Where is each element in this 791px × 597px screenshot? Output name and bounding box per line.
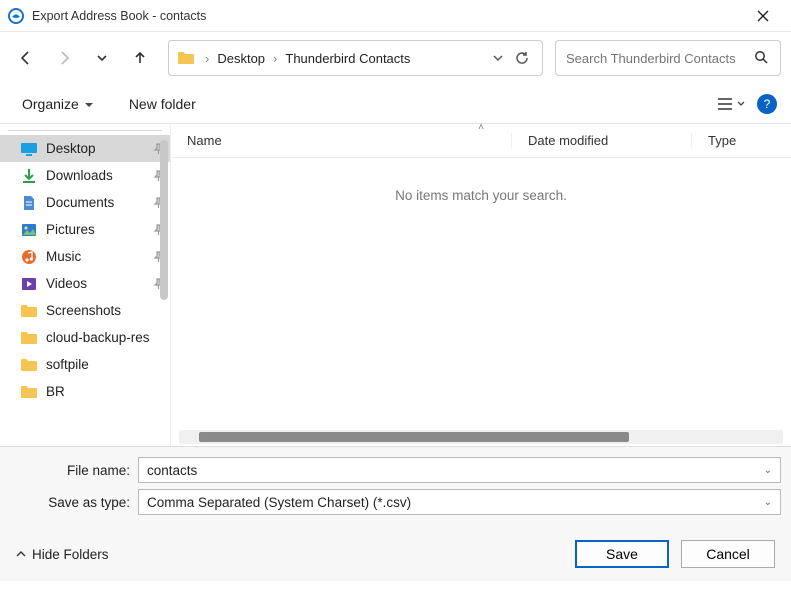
forward-button[interactable] [48, 42, 80, 74]
app-icon [8, 8, 24, 24]
horizontal-scrollbar[interactable] [179, 430, 783, 444]
sidebar-item-documents[interactable]: Documents [0, 189, 170, 216]
save-form: File name: contacts ⌄ Save as type: Comm… [0, 446, 791, 527]
breadcrumb-separator: › [269, 51, 281, 66]
sidebar-item-label: Downloads [46, 168, 148, 183]
sidebar-item-screenshots[interactable]: Screenshots [0, 297, 170, 324]
breadcrumb-separator: › [201, 51, 213, 66]
search-icon[interactable] [754, 50, 770, 66]
hide-folders-button[interactable]: Hide Folders [16, 547, 109, 562]
new-folder-button[interactable]: New folder [121, 92, 204, 116]
organize-menu[interactable]: Organize [14, 92, 101, 116]
back-button[interactable] [10, 42, 42, 74]
save-button[interactable]: Save [575, 540, 669, 568]
sort-indicator-icon: ˄ [478, 122, 484, 133]
address-dropdown[interactable] [486, 46, 510, 70]
close-button[interactable] [743, 0, 783, 31]
column-date[interactable]: Date modified [511, 133, 691, 148]
help-button[interactable]: ? [757, 94, 777, 114]
save-type-select[interactable]: Comma Separated (System Charset) (*.csv)… [138, 489, 781, 515]
sidebar-item-label: softpile [46, 357, 164, 372]
folder-icon [20, 384, 38, 400]
filename-label: File name: [10, 463, 138, 478]
file-list-area: ˄ Name Date modified Type No items match… [170, 124, 791, 446]
address-bar[interactable]: › Desktop › Thunderbird Contacts [168, 40, 543, 76]
sidebar-item-label: BR [46, 384, 164, 399]
music-icon [20, 249, 38, 265]
search-box[interactable] [555, 40, 781, 76]
sidebar-item-pictures[interactable]: Pictures [0, 216, 170, 243]
sidebar-divider [8, 130, 162, 131]
folder-icon [177, 51, 195, 65]
document-icon [20, 195, 38, 211]
recent-locations-button[interactable] [86, 42, 118, 74]
folder-icon [20, 330, 38, 346]
desktop-icon [20, 141, 38, 157]
search-input[interactable] [566, 51, 754, 66]
sidebar-item-desktop[interactable]: Desktop [0, 135, 170, 162]
folder-icon [20, 303, 38, 319]
save-type-value: Comma Separated (System Charset) (*.csv) [147, 495, 411, 510]
breadcrumb-desktop[interactable]: Desktop [213, 51, 269, 66]
toolbar: Organize New folder ? [0, 84, 791, 124]
sidebar-scrollbar[interactable] [160, 140, 168, 300]
folder-icon [20, 357, 38, 373]
pictures-icon [20, 222, 38, 238]
sidebar-item-br[interactable]: BR [0, 378, 170, 405]
sidebar-item-label: Music [46, 249, 148, 264]
column-headers: ˄ Name Date modified Type [171, 124, 791, 158]
cancel-button[interactable]: Cancel [681, 540, 775, 568]
breadcrumb-folder[interactable]: Thunderbird Contacts [281, 51, 414, 66]
sidebar-item-label: Desktop [46, 141, 148, 156]
navigation-row: › Desktop › Thunderbird Contacts [0, 32, 791, 84]
up-button[interactable] [124, 42, 156, 74]
sidebar-item-label: Screenshots [46, 303, 164, 318]
filename-value: contacts [147, 463, 197, 478]
hide-folders-label: Hide Folders [32, 547, 109, 562]
view-options-button[interactable] [717, 97, 745, 111]
window-title: Export Address Book - contacts [32, 9, 206, 23]
sidebar-item-label: Videos [46, 276, 148, 291]
filename-dropdown-icon[interactable]: ⌄ [764, 465, 772, 476]
sidebar-item-label: cloud-backup-res [46, 330, 164, 345]
sidebar-item-cloud-backup-res[interactable]: cloud-backup-res [0, 324, 170, 351]
sidebar-item-videos[interactable]: Videos [0, 270, 170, 297]
sidebar-item-music[interactable]: Music [0, 243, 170, 270]
filename-input[interactable]: contacts ⌄ [138, 457, 781, 483]
footer: Hide Folders Save Cancel [0, 527, 791, 581]
sidebar: Desktop Downloads Documents Pictures Music Vi… [0, 124, 170, 446]
refresh-button[interactable] [510, 46, 534, 70]
videos-icon [20, 276, 38, 292]
save-type-dropdown-icon[interactable]: ⌄ [764, 497, 772, 508]
column-type[interactable]: Type [691, 133, 791, 148]
main-area: Desktop Downloads Documents Pictures Music Vi… [0, 124, 791, 446]
scrollbar-thumb[interactable] [199, 432, 629, 442]
title-bar: Export Address Book - contacts [0, 0, 791, 32]
sidebar-item-downloads[interactable]: Downloads [0, 162, 170, 189]
column-name[interactable]: Name [171, 133, 511, 148]
empty-message: No items match your search. [171, 158, 791, 203]
sidebar-item-label: Documents [46, 195, 148, 210]
save-type-label: Save as type: [10, 495, 138, 510]
download-icon [20, 168, 38, 184]
sidebar-item-label: Pictures [46, 222, 148, 237]
sidebar-item-softpile[interactable]: softpile [0, 351, 170, 378]
